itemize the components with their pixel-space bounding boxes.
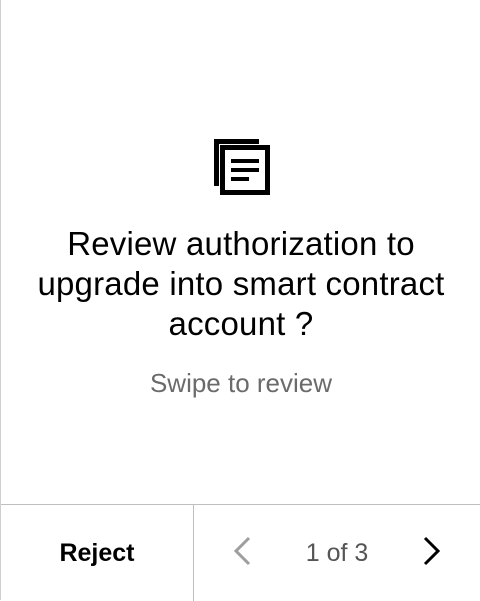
- action-footer: Reject 1 of 3: [1, 504, 480, 601]
- pagination: 1 of 3: [194, 505, 480, 601]
- previous-page-button[interactable]: [223, 533, 263, 573]
- swipe-hint: Swipe to review: [149, 368, 333, 398]
- chevron-right-icon: [419, 535, 443, 572]
- review-title: Review authorization to upgrade into sma…: [37, 225, 445, 342]
- next-page-button[interactable]: [411, 533, 451, 573]
- page-indicator: 1 of 3: [305, 539, 369, 567]
- reject-button[interactable]: Reject: [1, 505, 193, 601]
- chevron-left-icon: [231, 535, 255, 572]
- document-stack-icon: [209, 134, 273, 198]
- review-screen: Review authorization to upgrade into sma…: [0, 0, 480, 601]
